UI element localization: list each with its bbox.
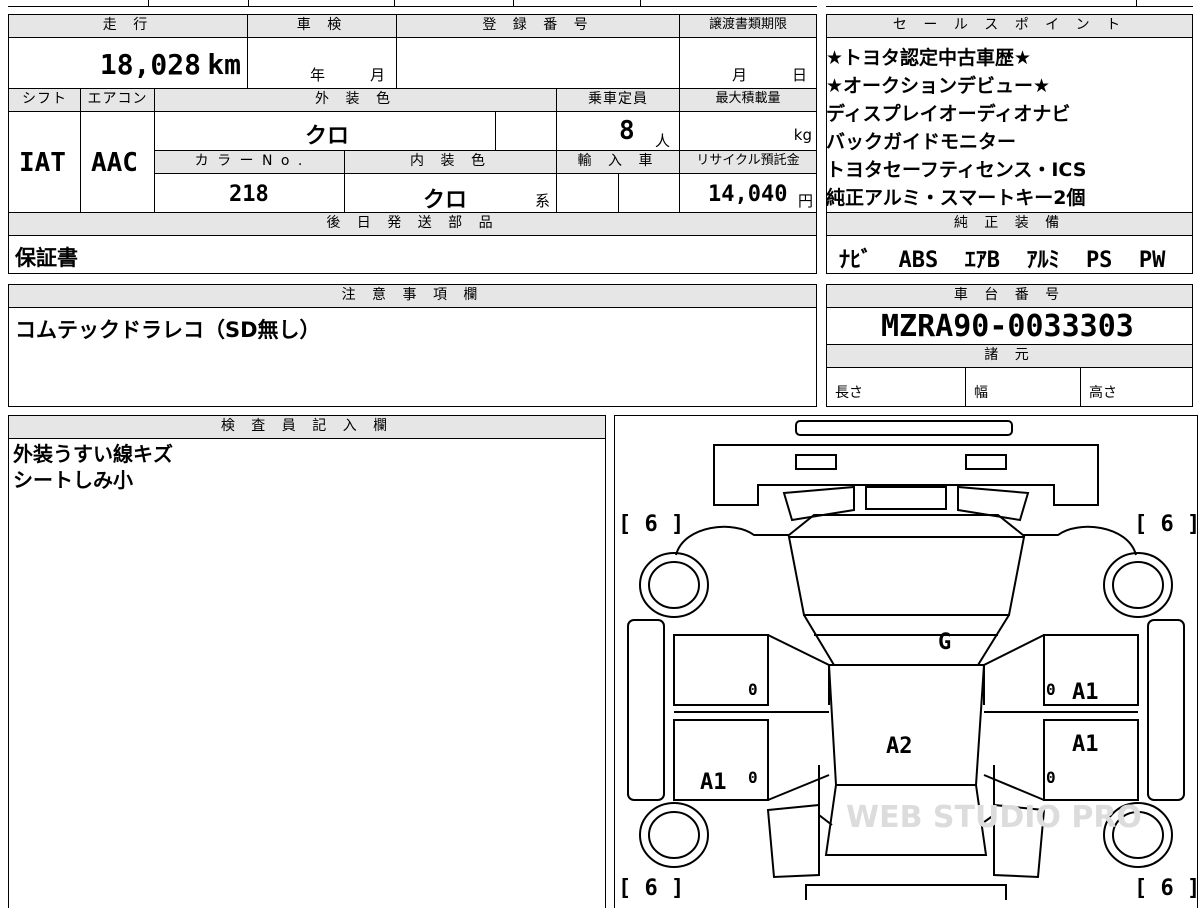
spec-length-label: 長さ bbox=[835, 385, 863, 401]
zero-mark-left-rear: 0 bbox=[748, 768, 758, 787]
spec-length-cell: 長さ bbox=[826, 367, 966, 407]
chassis-value: MZRA90-0033303 bbox=[881, 309, 1134, 344]
tire-front-left-label: [ 6 ] bbox=[618, 512, 684, 537]
transfer-deadline-header: 譲渡書類期限 bbox=[679, 14, 817, 38]
shift-value: IAT bbox=[19, 148, 66, 178]
import-header: 輸 入 車 bbox=[556, 150, 680, 174]
follow-parts-value: 保証書 bbox=[15, 246, 78, 270]
import-cell-b bbox=[618, 173, 680, 213]
import-cell-a bbox=[556, 173, 619, 213]
genuine-equipment-value: ﾅﾋﾞ ABS ｴｱB ｱﾙﾐ PS PW bbox=[839, 248, 1166, 273]
registration-header: 登 録 番 号 bbox=[396, 14, 680, 38]
mileage-header: 走 行 bbox=[8, 14, 248, 38]
color-no-header: カ ラ ー N o . bbox=[154, 150, 345, 174]
inspection-month: 月 bbox=[370, 66, 386, 84]
windshield-mark: G bbox=[938, 630, 951, 655]
interior-color-header: 内 装 色 bbox=[344, 150, 557, 174]
inspector-line: シートしみ小 bbox=[13, 468, 133, 492]
zero-mark-right-front: 0 bbox=[1046, 680, 1056, 699]
inspection-year: 年 bbox=[310, 66, 326, 84]
sales-point-item: ディスプレイオーディオナビ bbox=[826, 103, 1071, 125]
sales-point-list: ★トヨタ認定中古車歴★ ★オークションデビュー★ ディスプレイオーディオナビ バ… bbox=[826, 44, 1086, 212]
capacity-header: 乗車定員 bbox=[556, 88, 680, 112]
max-load-unit: kg bbox=[793, 126, 812, 144]
zero-mark-right-rear: 0 bbox=[1046, 768, 1056, 787]
shift-cell: IAT bbox=[8, 111, 81, 213]
chassis-header: 車 台 番 号 bbox=[826, 284, 1193, 308]
recycle-unit: 円 bbox=[797, 192, 813, 210]
aircon-cell: AAC bbox=[80, 111, 155, 213]
sales-point-item: トヨタセーフティセンス・ICS bbox=[826, 159, 1087, 181]
transfer-day: 日 bbox=[792, 66, 808, 84]
spec-width-label: 幅 bbox=[974, 385, 988, 401]
notes-value: コムテックドラレコ（SD無し） bbox=[15, 318, 321, 342]
exterior-color-header: 外 装 色 bbox=[154, 88, 557, 112]
tire-rear-right-label: [ 6 ] bbox=[1134, 876, 1198, 900]
max-load-header: 最大積載量 bbox=[679, 88, 817, 112]
spec-height-label: 高さ bbox=[1089, 385, 1117, 401]
registration-cell bbox=[396, 37, 680, 89]
specs-header: 諸 元 bbox=[826, 344, 1193, 368]
sales-point-item: 純正アルミ・スマートキー2個 bbox=[826, 187, 1086, 209]
color-no-value: 218 bbox=[229, 182, 269, 207]
recycle-cell: 14,040 円 bbox=[679, 173, 817, 213]
right-rear-door-mark: A1 bbox=[1072, 732, 1099, 757]
shift-header: シフト bbox=[8, 88, 81, 112]
top-strip bbox=[8, 0, 817, 7]
aircon-header: エアコン bbox=[80, 88, 155, 112]
recycle-value: 14,040 bbox=[708, 182, 788, 207]
max-load-cell: kg bbox=[679, 111, 817, 151]
interior-color-value: クロ bbox=[423, 188, 468, 213]
inspection-cell: 年 月 bbox=[247, 37, 397, 89]
spec-height-cell: 高さ bbox=[1080, 367, 1193, 407]
genuine-equipment-header: 純 正 装 備 bbox=[826, 212, 1193, 236]
top-strip-right bbox=[826, 0, 1193, 7]
mileage-unit: km bbox=[207, 48, 241, 81]
notes-body: コムテックドラレコ（SD無し） bbox=[8, 307, 817, 407]
zero-mark-left-front: 0 bbox=[748, 680, 758, 699]
notes-header: 注 意 事 項 欄 bbox=[8, 284, 817, 308]
sales-point-item: ★トヨタ認定中古車歴★ bbox=[826, 47, 1032, 69]
recycle-header: リサイクル預託金 bbox=[679, 150, 817, 174]
capacity-cell: 8 人 bbox=[556, 111, 680, 151]
tire-front-right-label: [ 6 ] bbox=[1134, 512, 1198, 537]
sales-point-item: バックガイドモニター bbox=[826, 131, 1017, 153]
inspection-header: 車 検 bbox=[247, 14, 397, 38]
left-rear-door-mark: A1 bbox=[700, 770, 727, 795]
inspector-body bbox=[8, 438, 606, 908]
inspector-text: 外装うすい線キズ シートしみ小 bbox=[13, 441, 173, 493]
spec-width-cell: 幅 bbox=[965, 367, 1081, 407]
inspector-header: 検 査 員 記 入 欄 bbox=[8, 415, 606, 439]
sales-point-item: ★オークションデビュー★ bbox=[826, 75, 1051, 97]
exterior-color-sub-cell bbox=[495, 111, 557, 151]
sales-point-header: セ ー ル ス ポ イ ン ト bbox=[826, 14, 1193, 38]
capacity-unit: 人 bbox=[655, 132, 671, 150]
roof-mark: A2 bbox=[886, 734, 913, 759]
mileage-cell: 18,028 km bbox=[8, 37, 248, 89]
tire-rear-left-label: [ 6 ] bbox=[618, 876, 684, 900]
chassis-cell: MZRA90-0033303 bbox=[826, 307, 1193, 345]
color-no-cell: 218 bbox=[154, 173, 345, 213]
inspector-line: 外装うすい線キズ bbox=[13, 442, 173, 466]
interior-color-cell: クロ 系 bbox=[344, 173, 557, 213]
mileage-value: 18,028 bbox=[99, 48, 201, 81]
genuine-equipment-cell: ﾅﾋﾞ ABS ｴｱB ｱﾙﾐ PS PW bbox=[826, 235, 1193, 274]
right-front-door-mark: A1 bbox=[1072, 680, 1099, 705]
interior-color-suffix: 系 bbox=[535, 192, 551, 210]
exterior-color-cell: クロ bbox=[154, 111, 496, 151]
transfer-month: 月 bbox=[732, 66, 748, 84]
follow-parts-header: 後 日 発 送 部 品 bbox=[8, 212, 817, 236]
car-diagram: [ 6 ] [ 6 ] [ 6 ] [ 6 ] G A2 A1 A1 A1 0 … bbox=[618, 420, 1198, 900]
follow-parts-cell: 保証書 bbox=[8, 235, 817, 274]
exterior-color-value: クロ bbox=[305, 124, 350, 149]
watermark: WEB STUDIO PRO bbox=[846, 800, 1142, 835]
transfer-deadline-cell: 月 日 bbox=[679, 37, 817, 89]
aircon-value: AAC bbox=[91, 148, 138, 178]
capacity-value: 8 bbox=[619, 116, 635, 146]
